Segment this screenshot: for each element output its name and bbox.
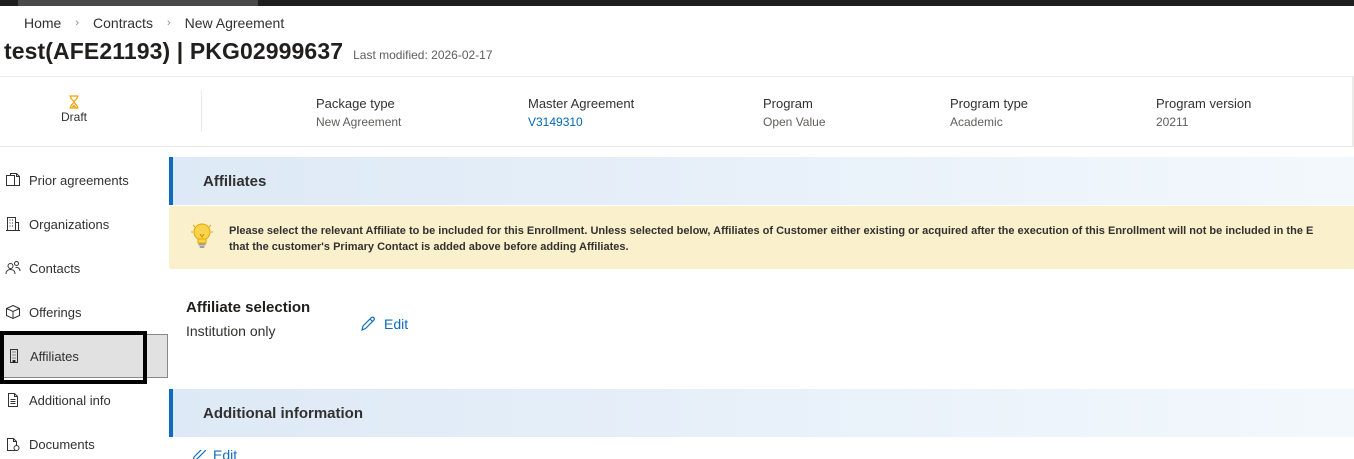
- page-title: test(AFE21193) | PKG02999637: [4, 38, 344, 64]
- breadcrumb-current: New Agreement: [184, 15, 285, 31]
- meta-label: Program: [763, 96, 813, 111]
- section-header-affiliates: Affiliates: [169, 157, 1354, 205]
- edit-additional-info-button[interactable]: Edit: [190, 450, 237, 459]
- section-title: Additional information: [203, 404, 363, 422]
- notice-line: Please select the relevant Affiliate to …: [229, 225, 1314, 237]
- notice-text: Please select the relevant Affiliate to …: [229, 223, 1354, 255]
- master-agreement-link[interactable]: V3149310: [528, 115, 634, 129]
- status-badge: Draft: [40, 95, 108, 124]
- last-modified: Last modified: 2026-02-17: [353, 48, 493, 62]
- chevron-right-icon: ›: [166, 17, 171, 29]
- divider: [201, 90, 202, 132]
- breadcrumb-home[interactable]: Home: [24, 15, 61, 31]
- document-text-icon: [5, 392, 21, 408]
- sidebar-item-label: Additional info: [29, 392, 111, 408]
- affiliate-selection-value: Institution only: [186, 323, 276, 339]
- people-icon: [5, 260, 21, 276]
- pencil-icon: [192, 450, 206, 459]
- section-title: Affiliates: [203, 172, 267, 190]
- edit-label: Edit: [384, 316, 409, 332]
- notice-line: that the customer's Primary Contact is a…: [229, 241, 629, 253]
- pencil-icon: [361, 316, 375, 332]
- info-notice: Please select the relevant Affiliate to …: [169, 206, 1354, 269]
- affiliate-selection-title: Affiliate selection: [186, 299, 311, 316]
- meta-program-type: Program type Academic: [950, 96, 1028, 129]
- meta-label: Master Agreement: [528, 96, 635, 111]
- meta-value: Academic: [950, 115, 1003, 129]
- documents-copy-icon: [5, 172, 21, 188]
- divider: [0, 146, 1354, 147]
- top-bar: [0, 0, 1354, 6]
- section-header-additional-information: Additional information: [169, 389, 1354, 437]
- sidebar-item-prior-agreements[interactable]: Prior agreements: [0, 158, 168, 202]
- breadcrumb-contracts[interactable]: Contracts: [93, 15, 153, 31]
- document-stack-icon: [5, 436, 21, 452]
- sidebar-item-label: Organizations: [29, 216, 110, 232]
- meta-program-version: Program version 20211: [1156, 96, 1251, 129]
- meta-value: 20211: [1156, 115, 1189, 129]
- sidebar-item-affiliates[interactable]: Affiliates: [0, 334, 168, 378]
- meta-package-type: Package type New Agreement: [316, 96, 401, 129]
- status-label: Draft: [60, 110, 87, 124]
- meta-label: Package type: [316, 96, 395, 111]
- title-row: test(AFE21193) | PKG02999637 Last modifi…: [4, 38, 493, 65]
- meta-program: Program Open Value: [763, 96, 826, 129]
- sidebar-item-label: Offerings: [29, 304, 82, 320]
- chevron-right-icon: ›: [75, 17, 80, 29]
- sidebar-item-contacts[interactable]: Contacts: [0, 246, 168, 290]
- sidebar-item-additional-info[interactable]: Additional info: [0, 378, 168, 422]
- sidebar-item-offerings[interactable]: Offerings: [0, 290, 168, 334]
- breadcrumb: Home › Contracts › New Agreement: [24, 15, 284, 31]
- sidebar-item-label: Affiliates: [30, 348, 79, 364]
- sidebar-item-documents[interactable]: Documents: [0, 422, 168, 459]
- lightbulb-icon: [191, 223, 213, 248]
- hourglass-icon: [69, 95, 79, 109]
- meta-value: Open Value: [763, 115, 826, 129]
- divider: [0, 76, 1354, 77]
- building-small-icon: [6, 348, 22, 364]
- sidebar-item-label: Contacts: [29, 260, 81, 276]
- sidebar-item-label: Documents: [29, 436, 95, 452]
- box-icon: [5, 304, 21, 320]
- edit-label: Edit: [213, 450, 238, 459]
- meta-master-agreement: Master Agreement V3149310: [528, 96, 634, 129]
- building-icon: [5, 216, 21, 232]
- meta-label: Program version: [1156, 96, 1252, 111]
- meta-label: Program type: [950, 96, 1029, 111]
- sidebar-item-label: Prior agreements: [29, 172, 129, 188]
- top-bar-accent: [18, 0, 258, 6]
- sidebar-item-organizations[interactable]: Organizations: [0, 202, 168, 246]
- meta-value: New Agreement: [316, 115, 402, 129]
- edit-affiliates-button[interactable]: Edit: [359, 315, 408, 333]
